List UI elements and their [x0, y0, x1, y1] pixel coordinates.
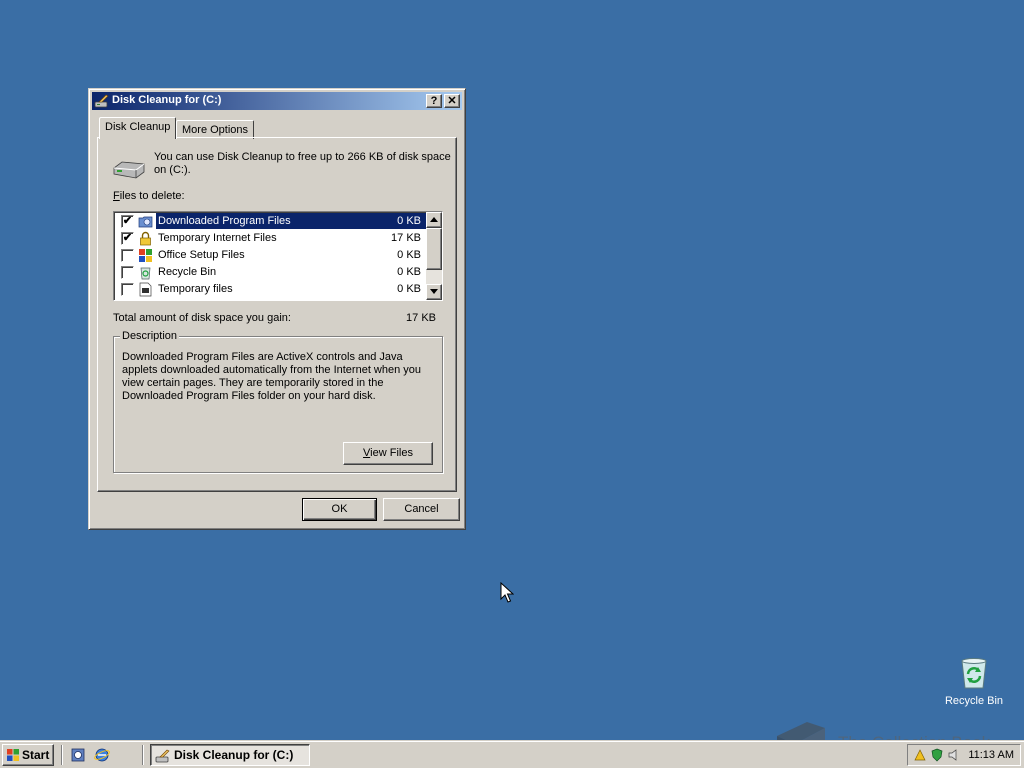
files-label-mnemonic: F — [113, 190, 120, 202]
files-list[interactable]: ✔ Downloaded Program Files 0 KB ✔ Tempor… — [113, 211, 443, 301]
taskbar-item-disk-cleanup[interactable]: Disk Cleanup for (C:) — [150, 744, 310, 766]
cancel-button[interactable]: Cancel — [383, 498, 460, 521]
disk-cleanup-icon — [94, 94, 109, 108]
system-tray: 11:13 AM — [907, 744, 1021, 766]
view-files-button[interactable]: View Files — [343, 442, 433, 465]
view-files-label: iew Files — [370, 447, 413, 459]
taskbar-separator — [142, 745, 144, 765]
tab-panel: You can use Disk Cleanup to free up to 2… — [97, 137, 457, 492]
tab-disk-cleanup[interactable]: Disk Cleanup — [99, 117, 177, 139]
file-name: Temporary files — [158, 283, 233, 295]
downloaded-files-icon — [138, 216, 153, 228]
start-button[interactable]: Start — [2, 744, 54, 766]
intro-text: You can use Disk Cleanup to free up to 2… — [154, 151, 451, 176]
temp-files-icon — [139, 282, 152, 297]
file-name: Office Setup Files — [158, 249, 245, 261]
taskbar: Start Disk Cleanup for (C:) 11:13 AM — [0, 740, 1024, 768]
office-setup-icon — [139, 249, 152, 262]
checkbox[interactable]: ✔ — [121, 215, 134, 228]
file-size: 0 KB — [397, 266, 421, 278]
recycle-bin-icon — [140, 267, 151, 280]
description-group: Description Downloaded Program Files are… — [113, 330, 443, 473]
description-legend: Description — [120, 330, 180, 342]
security-icon[interactable] — [930, 748, 944, 762]
server-management-icon[interactable] — [70, 747, 86, 763]
list-item[interactable]: ✔ Downloaded Program Files 0 KB — [116, 213, 427, 230]
scroll-thumb[interactable] — [426, 228, 442, 270]
file-name: Recycle Bin — [158, 266, 217, 278]
mouse-cursor-icon — [500, 582, 514, 603]
file-size: 0 KB — [397, 249, 421, 261]
files-label-rest: iles to delete: — [119, 190, 185, 202]
checkbox[interactable] — [121, 283, 134, 296]
arrow-up-icon — [430, 217, 438, 222]
checkbox[interactable] — [121, 266, 134, 279]
vertical-scrollbar[interactable] — [426, 212, 442, 300]
tab-label: Disk Cleanup — [105, 121, 171, 133]
scroll-down-button[interactable] — [426, 284, 442, 300]
internet-explorer-icon[interactable] — [94, 747, 110, 763]
file-name: Temporary Internet Files — [158, 232, 277, 244]
clock[interactable]: 11:13 AM — [968, 749, 1014, 761]
start-label: Start — [22, 748, 50, 762]
network-icon[interactable] — [913, 748, 927, 762]
volume-icon[interactable] — [947, 748, 961, 762]
total-space-label: Total amount of disk space you gain: — [113, 312, 291, 324]
list-item[interactable]: Recycle Bin 0 KB — [116, 264, 427, 281]
recycle-bin-icon[interactable] — [956, 656, 992, 690]
file-size: 17 KB — [391, 232, 421, 244]
taskbar-item-label: Disk Cleanup for (C:) — [174, 748, 294, 762]
file-name: Downloaded Program Files — [156, 213, 293, 229]
total-space-value: 17 KB — [406, 312, 436, 324]
files-to-delete-label: Files to delete: — [113, 190, 185, 202]
description-text: Downloaded Program Files are ActiveX con… — [122, 351, 422, 402]
title-bar[interactable]: Disk Cleanup for (C:) ? ✕ — [92, 92, 462, 110]
file-size: 0 KB — [397, 213, 421, 229]
hard-drive-icon — [113, 161, 145, 179]
checkbox[interactable] — [121, 249, 134, 262]
windows-logo-icon — [7, 749, 19, 761]
tab-label: More Options — [182, 124, 249, 136]
list-item[interactable]: Office Setup Files 0 KB — [116, 247, 427, 264]
window-title: Disk Cleanup for (C:) — [112, 94, 222, 106]
lock-icon — [140, 231, 151, 246]
close-button[interactable]: ✕ — [444, 94, 460, 108]
scroll-up-button[interactable] — [426, 212, 442, 228]
ok-button[interactable]: OK — [302, 498, 377, 521]
disk-cleanup-icon — [155, 749, 170, 763]
disk-cleanup-dialog: Disk Cleanup for (C:) ? ✕ Disk Cleanup M… — [88, 88, 466, 530]
recycle-bin-label[interactable]: Recycle Bin — [938, 695, 1010, 707]
list-item[interactable]: ✔ Temporary Internet Files 17 KB — [116, 230, 427, 247]
help-button[interactable]: ? — [426, 94, 442, 108]
file-size: 0 KB — [397, 283, 421, 295]
checkbox[interactable]: ✔ — [121, 232, 134, 245]
taskbar-separator — [61, 745, 63, 765]
list-item[interactable]: Temporary files 0 KB — [116, 281, 427, 298]
arrow-down-icon — [430, 289, 438, 294]
